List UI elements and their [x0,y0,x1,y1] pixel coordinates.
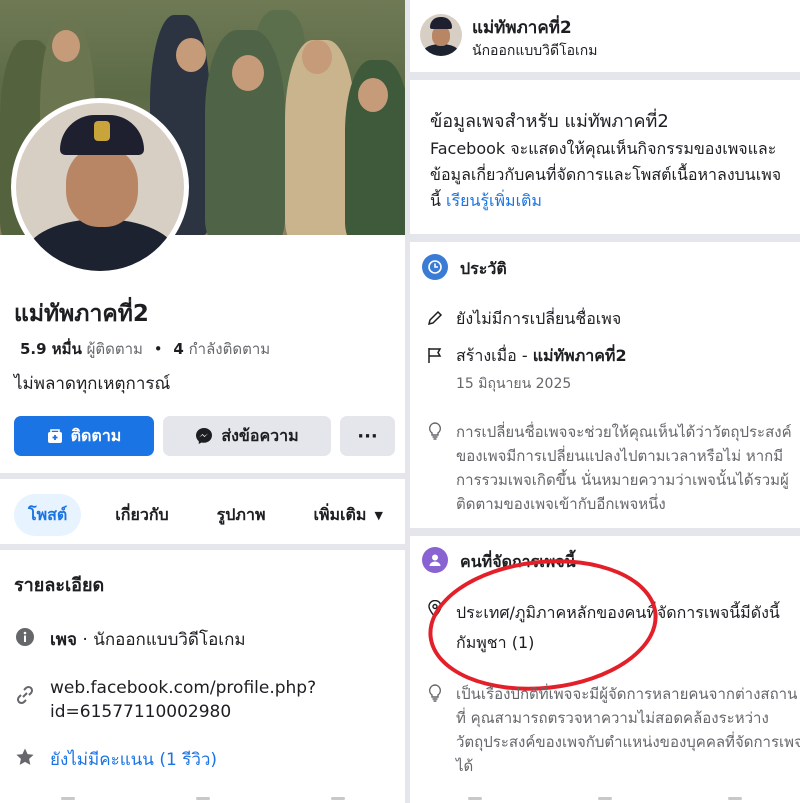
person-icon [422,547,448,573]
info-title: ข้อมูลเพจสำหรับ แม่ทัพภาคที่2 [430,111,669,132]
page-tabs: โพสต์ เกี่ยวกับ รูปภาพ เพิ่มเติม ▼ [14,494,397,536]
header-avatar-cap [430,17,452,29]
details-rating-row[interactable]: ยังไม่มีคะแนน (1 รีวิว) [14,746,217,773]
page-profile-panel: แม่ทัพภาคที่2 5.9 หมื่น ผู้ติดตาม • 4 กำ… [0,0,405,803]
created-page-name: แม่ทัพภาคที่2 [532,346,627,365]
details-title: รายละเอียด [14,575,105,596]
tab-photos-label: รูปภาพ [216,504,266,524]
avatar-cap-badge [94,121,110,141]
follow-icon [47,429,62,443]
details-page-category: · นักออกแบบวิดีโอเกม [76,630,246,650]
profile-avatar-image [16,103,184,271]
more-options-button[interactable]: ··· [340,416,395,456]
info-body: Facebook จะแสดงให้คุณเห็นกิจกรรมของเพจแล… [430,136,790,214]
tab-more[interactable]: เพิ่มเติม ▼ [299,494,396,536]
tab-posts[interactable]: โพสต์ [14,494,82,536]
details-rating: ยังไม่มีคะแนน (1 รีวิว) [50,750,218,770]
section-divider [410,72,800,80]
page-tagline: ไม่พลาดทุกเหตุการณ์ [14,374,171,394]
cover-face [302,40,332,74]
android-nav-bar [410,793,800,803]
details-page-label: เพจ [50,630,77,650]
stats-separator: • [153,340,163,358]
history-note-text: การเปลี่ยนชื่อเพจจะช่วยให้คุณเห็นได้ว่าว… [456,423,792,513]
section-divider [0,544,405,550]
nav-home-icon[interactable] [195,796,210,800]
page-name: แม่ทัพภาคที่2 [14,301,149,327]
messenger-icon [196,428,213,444]
details-category-row: เพจ · นักออกแบบวิดีโอเกม [14,626,246,653]
following-count: 4 [173,340,184,358]
tab-about[interactable]: เกี่ยวกับ [101,494,182,536]
more-options-icon: ··· [357,425,378,447]
follow-button-label: ติดตาม [70,425,122,445]
tab-photos[interactable]: รูปภาพ [203,494,280,536]
name-change-row: ยังไม่มีการเปลี่ยนชื่อเพจ [424,307,621,332]
followers-label: ผู้ติดตาม [86,340,143,358]
lightbulb-icon [424,682,446,704]
cover-face [358,78,388,112]
tab-posts-label: โพสต์ [28,504,68,524]
nav-recents-icon[interactable] [60,796,75,800]
flag-icon [424,344,446,366]
android-nav-bar [0,793,405,803]
details-url-line2: id=61577110002980 [50,702,232,722]
created-date: 15 มิถุนายน 2025 [456,376,572,392]
page-transparency-panel: แม่ทัพภาคที่2 นักออกแบบวิดีโอเกม ข้อมูลเ… [410,0,800,803]
cover-face [52,30,80,62]
section-divider [410,234,800,242]
header-page-name[interactable]: แม่ทัพภาคที่2 [472,14,572,41]
following-label: กำลังติดตาม [188,340,271,358]
message-button[interactable]: ส่งข้อความ [163,416,331,456]
clock-icon [422,254,448,280]
profile-avatar[interactable] [11,98,189,276]
follow-stats[interactable]: 5.9 หมื่น ผู้ติดตาม • 4 กำลังติดตาม [20,337,270,361]
info-icon [14,626,36,648]
created-row: สร้างเมื่อ - แม่ทัพภาคที่2 15 มิถุนายน 2… [424,344,627,395]
details-url-row[interactable]: web.facebook.com/profile.php? id=6157711… [14,676,316,724]
nav-back-icon[interactable] [330,796,345,800]
cover-face [232,55,264,91]
message-button-label: ส่งข้อความ [221,425,299,445]
section-divider [0,473,405,479]
created-label: สร้างเมื่อ - [456,346,533,365]
edit-icon [424,307,446,329]
avatar-face [66,147,138,227]
learn-more-link[interactable]: เรียนรู้เพิ่มเติม [446,191,542,210]
managers-note-text: เป็นเรื่องปกติที่เพจจะมีผู้จัดการหลายคนจ… [456,685,800,775]
header-avatar[interactable] [420,14,462,56]
history-title: ประวัติ [460,259,507,278]
header-page-category: นักออกแบบวิดีโอเกม [472,43,598,59]
history-note: การเปลี่ยนชื่อเพจจะช่วยให้คุณเห็นได้ว่าว… [424,420,800,516]
follow-button[interactable]: ติดตาม [14,416,154,456]
nav-back-icon[interactable] [728,796,742,800]
star-icon [14,746,36,768]
tab-more-label: เพิ่มเติม [313,504,367,524]
nav-home-icon[interactable] [598,796,612,800]
lightbulb-icon [424,420,446,442]
tab-about-label: เกี่ยวกับ [115,504,169,524]
details-url-line1: web.facebook.com/profile.php? [50,678,317,698]
red-annotation-circle [421,548,665,702]
managers-note: เป็นเรื่องปกติที่เพจจะมีผู้จัดการหลายคนจ… [424,682,800,778]
section-divider [410,528,800,536]
header-avatar-face [432,26,450,46]
chevron-down-icon: ▼ [374,508,383,522]
cover-face [176,38,206,72]
followers-count: 5.9 หมื่น [20,340,82,358]
link-icon [14,684,36,706]
nav-recents-icon[interactable] [468,796,482,800]
no-name-change-text: ยังไม่มีการเปลี่ยนชื่อเพจ [456,309,622,328]
